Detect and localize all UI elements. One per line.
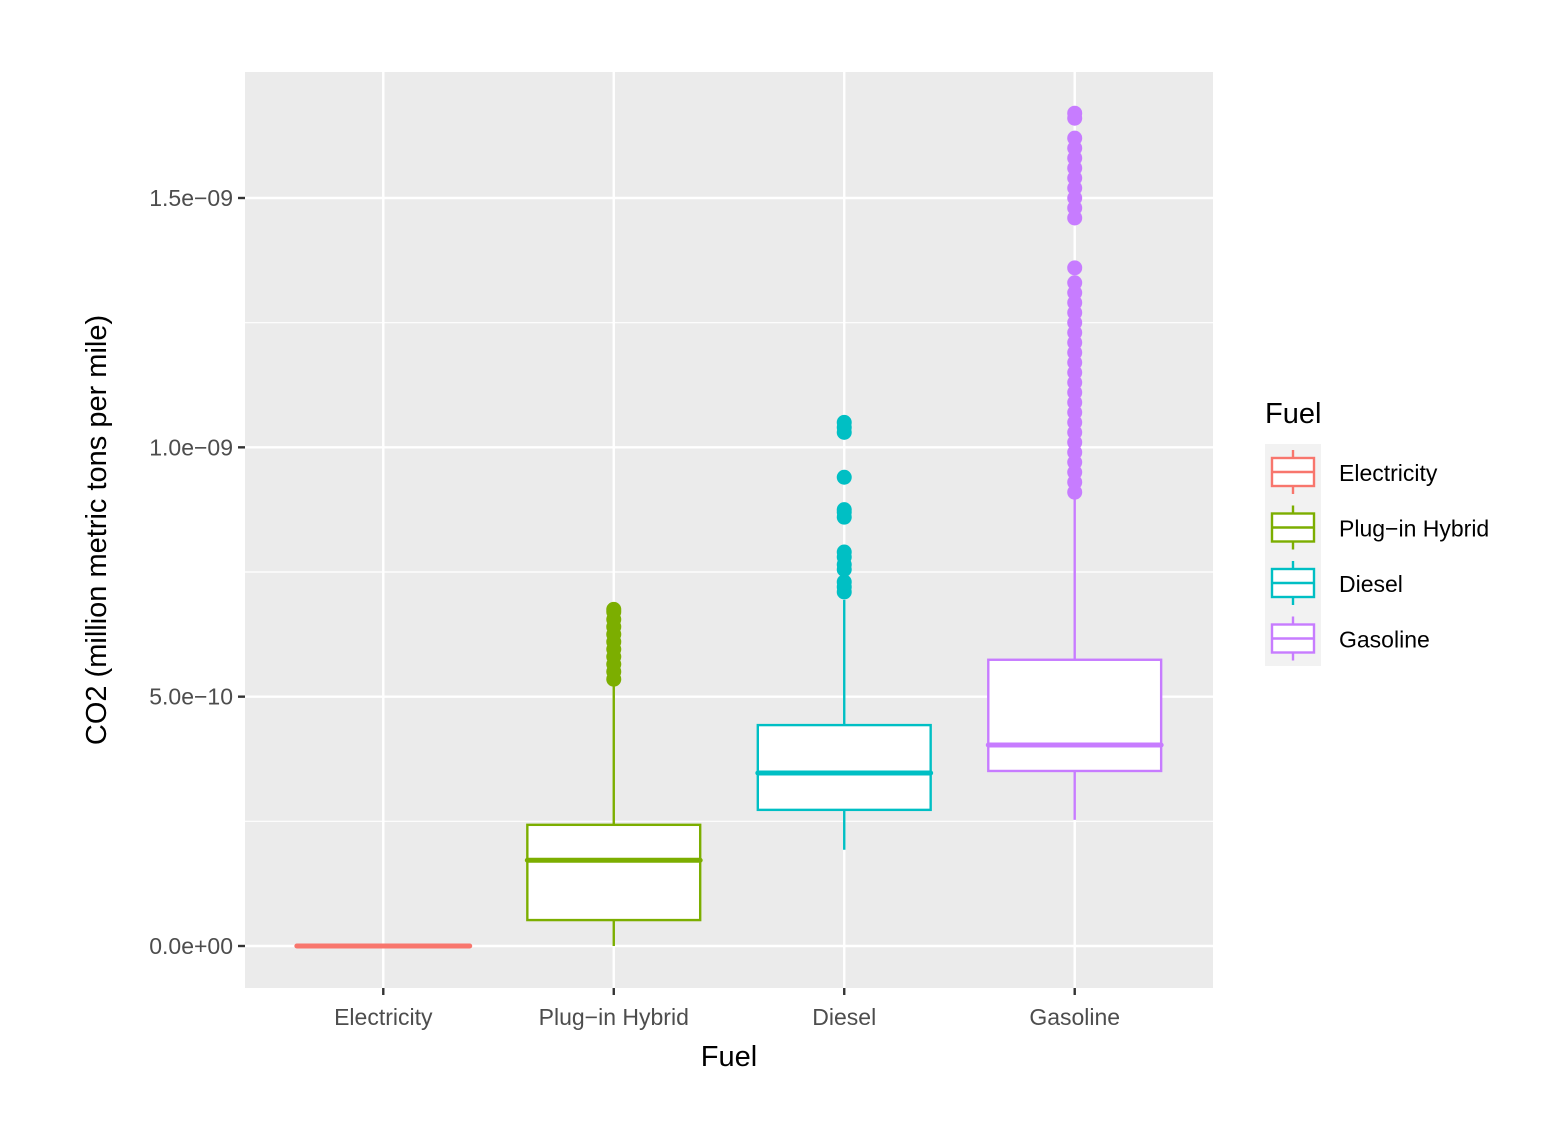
legend-label: Diesel [1339, 571, 1403, 597]
outlier-point [1067, 105, 1083, 121]
box-iqr [987, 658, 1163, 773]
legend-label: Electricity [1339, 460, 1438, 486]
y-tick-label: 1.5e−09 [149, 185, 233, 211]
legend-label: Plug−in Hybrid [1339, 516, 1489, 542]
outlier-point [836, 414, 852, 430]
x-tick-label: Diesel [812, 1004, 876, 1030]
x-axis-title: Fuel [701, 1041, 757, 1073]
legend: Fuel Electricity Plug−in Hybrid Diesel Gaso… [1265, 398, 1489, 666]
x-tick-label: Electricity [334, 1004, 433, 1030]
y-axis-title: CO2 (million metric tons per mile) [81, 315, 113, 745]
outlier-point [836, 469, 852, 485]
legend-label: Gasoline [1339, 627, 1430, 653]
outlier-point [1067, 260, 1083, 276]
box-iqr [526, 823, 702, 922]
outlier-point [836, 544, 852, 560]
x-tick-label: Plug−in Hybrid [539, 1004, 689, 1030]
outlier-point [836, 502, 852, 518]
outlier-point [1067, 130, 1083, 146]
x-axis: Electricity Plug−in Hybrid Diesel Gasoline [334, 988, 1120, 1030]
outlier-point [1067, 275, 1083, 291]
y-tick-label: 5.0e−10 [149, 684, 233, 710]
y-tick-label: 1.0e−09 [149, 434, 233, 460]
y-axis: 0.0e+00 5.0e−10 1.0e−09 1.5e−09 [149, 185, 245, 959]
y-tick-label: 0.0e+00 [149, 933, 233, 959]
x-tick-label: Gasoline [1029, 1004, 1120, 1030]
legend-title: Fuel [1265, 398, 1321, 430]
box-iqr [756, 723, 932, 812]
outlier-point [606, 601, 622, 617]
box-plot-chart: 0.0e+00 5.0e−10 1.0e−09 1.5e−09 Electricity… [81, 72, 1489, 1073]
